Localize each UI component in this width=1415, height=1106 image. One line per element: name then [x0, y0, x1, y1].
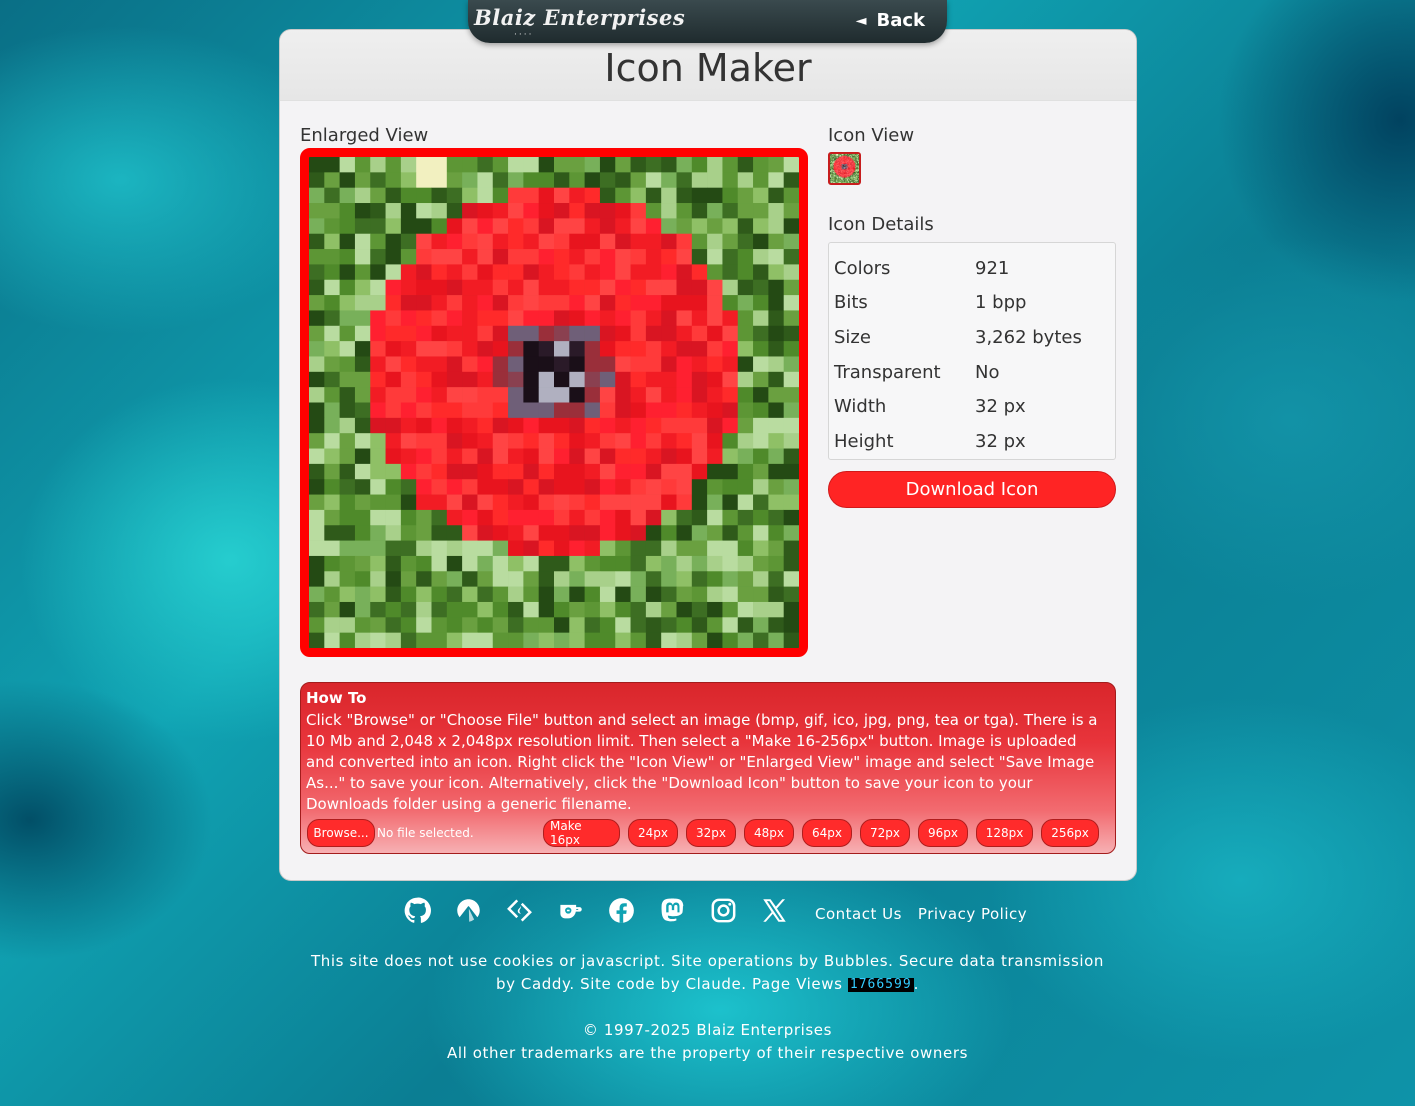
copyright-block: © 1997-2025 Blaiz Enterprises All other … — [300, 1019, 1115, 1065]
instagram-icon[interactable] — [710, 897, 737, 924]
make-32px-button[interactable]: 32px — [686, 819, 736, 847]
gitea-icon[interactable] — [557, 897, 584, 924]
file-status: No file selected. — [377, 826, 474, 840]
download-icon-button[interactable]: Download Icon — [828, 471, 1116, 508]
detail-value: 1 bpp — [975, 292, 1027, 314]
make-24px-button[interactable]: 24px — [628, 819, 678, 847]
enlarged-view-label: Enlarged View — [300, 125, 429, 146]
footer-links: Contact Us Privacy Policy — [815, 905, 1027, 923]
make-48px-button[interactable]: 48px — [744, 819, 794, 847]
enlarged-view-image[interactable] — [300, 148, 808, 657]
detail-value: 32 px — [975, 396, 1026, 418]
facebook-icon[interactable] — [608, 897, 635, 924]
make-buttons: Make 16px 24px 32px 48px 64px 72px 96px … — [543, 819, 1099, 847]
github-icon[interactable] — [404, 897, 431, 924]
footer-info-end: . — [913, 975, 920, 993]
enlarged-pixel-grid — [309, 157, 799, 648]
detail-row-colors: Colors 921 — [834, 251, 1115, 286]
detail-value: 3,262 bytes — [975, 326, 1082, 348]
icon-view-label: Icon View — [828, 125, 915, 146]
trademark-text: All other trademarks are the property of… — [446, 1044, 969, 1062]
detail-row-width: Width 32 px — [834, 389, 1115, 424]
detail-key: Bits — [834, 292, 868, 314]
detail-key: Transparent — [834, 361, 941, 383]
make-72px-button[interactable]: 72px — [860, 819, 910, 847]
page-title: Icon Maker — [604, 46, 812, 90]
contact-us-link[interactable]: Contact Us — [815, 905, 902, 923]
main-panel: Icon Maker Enlarged View Icon View Icon … — [279, 29, 1137, 881]
detail-row-height: Height 32 px — [834, 424, 1115, 459]
make-256px-button[interactable]: 256px — [1041, 819, 1099, 847]
brand-logo[interactable]: Blaiz Enterprises — [474, 5, 685, 30]
back-arrow-icon: ◄ — [855, 12, 867, 29]
detail-row-bits: Bits 1 bpp — [834, 286, 1115, 321]
footer-info-text: This site does not use cookies or javasc… — [310, 952, 1105, 993]
detail-key: Height — [834, 430, 894, 452]
page-view-counter: 1766599 — [847, 976, 914, 992]
detail-row-size: Size 3,262 bytes — [834, 320, 1115, 355]
top-bar: Blaiz Enterprises ···· ◄ Back — [468, 0, 947, 43]
icon-details-label: Icon Details — [828, 214, 934, 235]
detail-value: 921 — [975, 257, 1010, 279]
codeberg-icon[interactable] — [455, 897, 482, 924]
detail-value: No — [975, 361, 1000, 383]
how-to-box: How To Click "Browse" or "Choose File" b… — [300, 682, 1116, 854]
detail-row-transparent: Transparent No — [834, 355, 1115, 390]
detail-key: Colors — [834, 257, 891, 279]
detail-key: Size — [834, 326, 871, 348]
footer-social-icons — [404, 897, 788, 924]
icon-view-image[interactable] — [828, 152, 861, 185]
copyright-text: © 1997-2025 Blaiz Enterprises — [582, 1021, 833, 1039]
make-96px-button[interactable]: 96px — [918, 819, 968, 847]
make-128px-button[interactable]: 128px — [976, 819, 1033, 847]
make-64px-button[interactable]: 64px — [802, 819, 852, 847]
mastodon-icon[interactable] — [659, 897, 686, 924]
how-to-text: Click "Browse" or "Choose File" button a… — [306, 711, 1098, 813]
x-icon[interactable] — [761, 897, 788, 924]
sourceforge-icon[interactable] — [506, 897, 533, 924]
how-to-title: How To — [306, 689, 367, 707]
privacy-policy-link[interactable]: Privacy Policy — [918, 905, 1027, 923]
browse-button[interactable]: Browse... — [307, 819, 375, 847]
brand-decoration: ···· — [514, 30, 534, 40]
detail-value: 32 px — [975, 430, 1026, 452]
back-button[interactable]: ◄ Back — [856, 10, 925, 31]
back-label: Back — [876, 10, 925, 31]
icon-details-table: Colors 921 Bits 1 bpp Size 3,262 bytes Tran… — [828, 242, 1116, 460]
icon-pixel-grid — [830, 154, 859, 183]
make-16px-button[interactable]: Make 16px — [543, 819, 620, 847]
detail-key: Width — [834, 396, 887, 418]
footer-info: This site does not use cookies or javasc… — [300, 950, 1115, 996]
